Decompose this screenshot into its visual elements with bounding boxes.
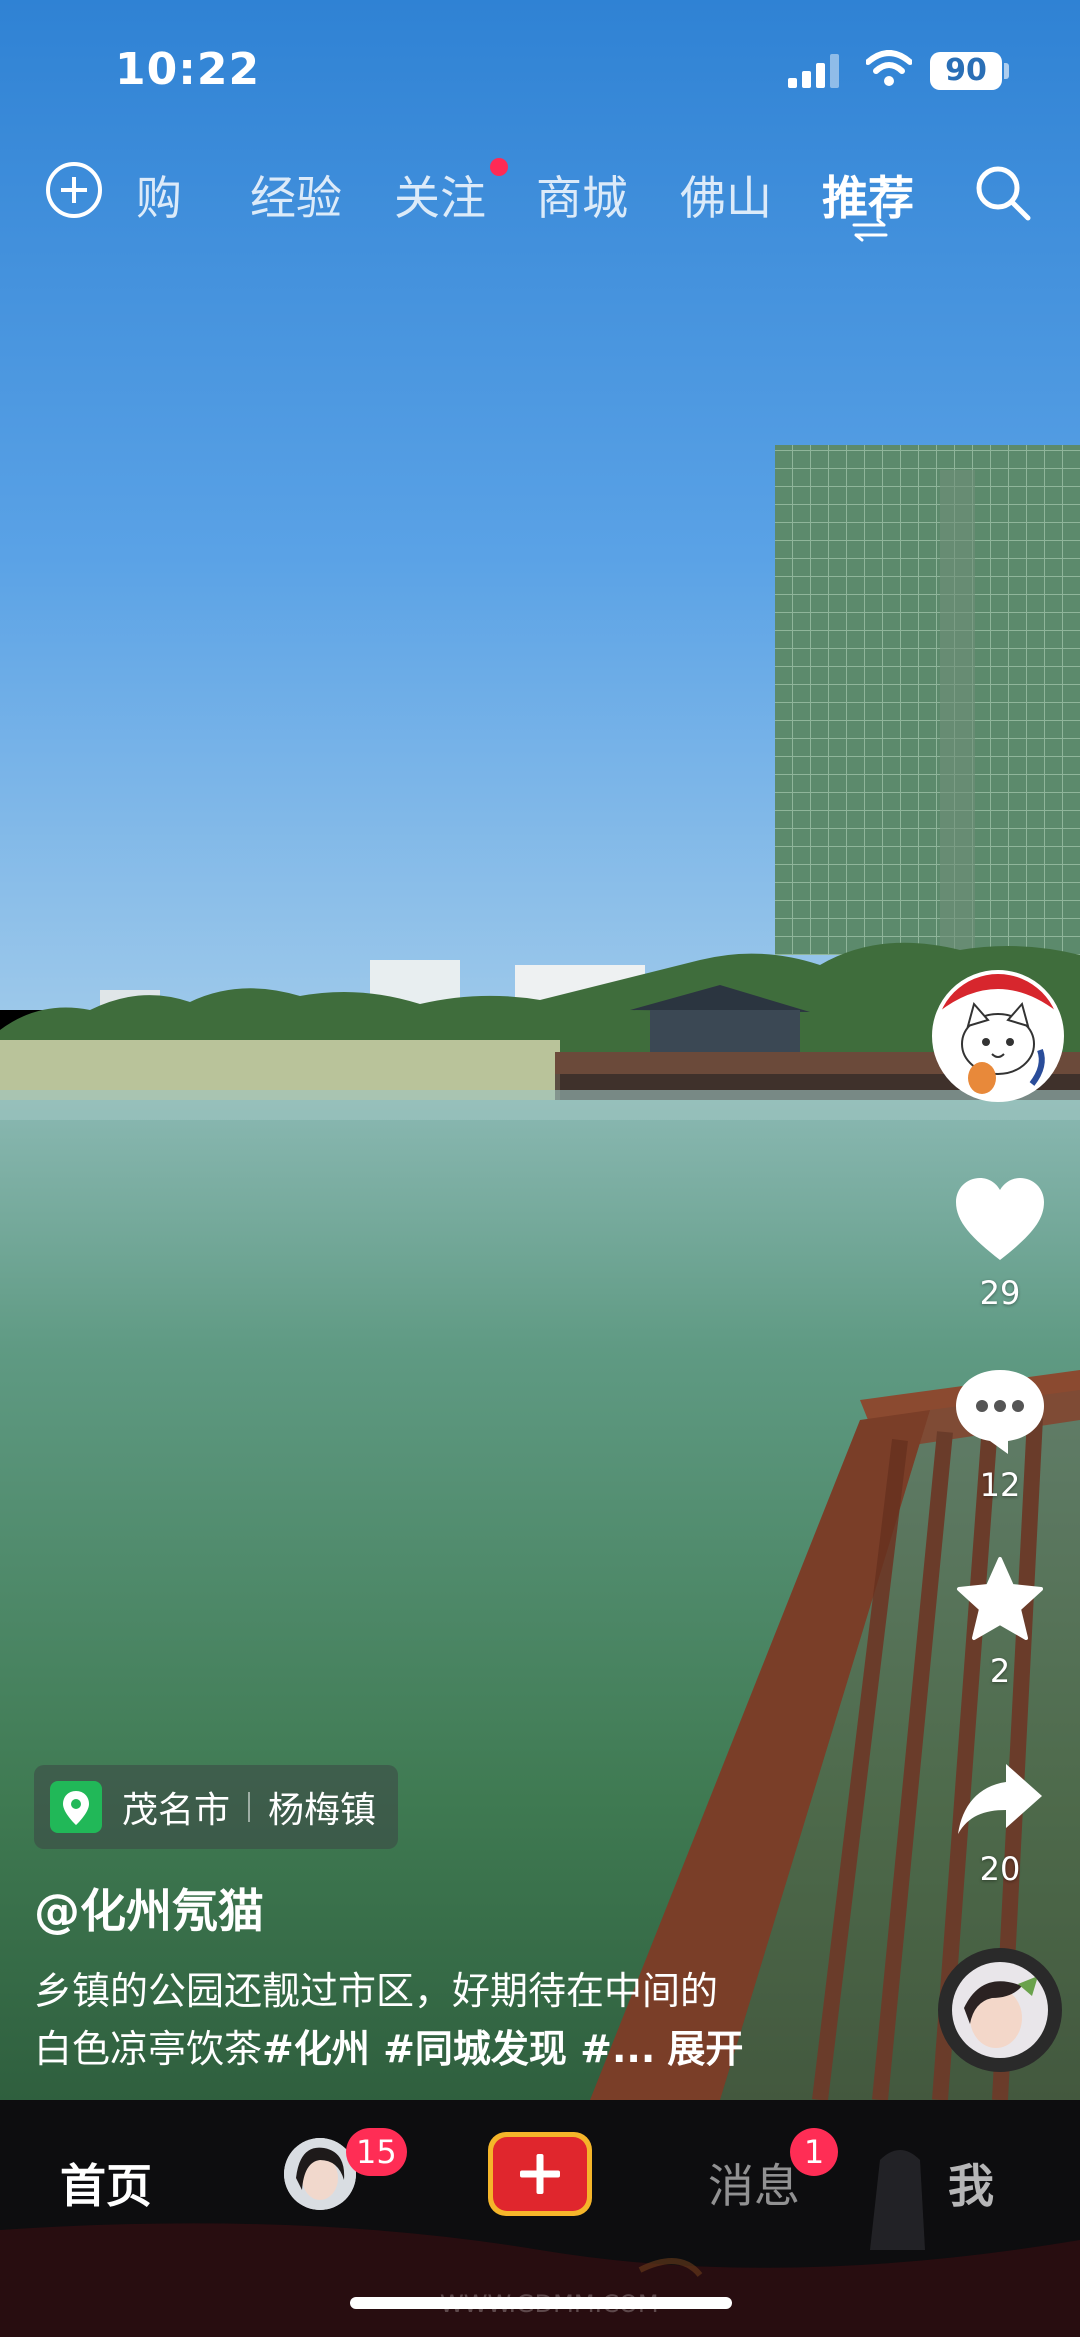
nav-messages[interactable]: 消息 bbox=[708, 2150, 800, 2216]
music-disc[interactable] bbox=[938, 1948, 1062, 2072]
tab-city-foshan[interactable]: 佛山 bbox=[680, 162, 772, 228]
comment-count: 12 bbox=[979, 1466, 1021, 1504]
star-icon bbox=[957, 1557, 1043, 1640]
tab-experience[interactable]: 经验 bbox=[250, 162, 342, 228]
location-divider bbox=[248, 1792, 251, 1822]
add-circle-icon[interactable] bbox=[46, 162, 102, 218]
search-icon[interactable] bbox=[972, 162, 1034, 224]
heart-icon bbox=[956, 1178, 1044, 1260]
location-tag[interactable]: 茂名市 杨梅镇 bbox=[34, 1765, 399, 1849]
cellular-signal-icon bbox=[788, 54, 839, 88]
friends-badge: 15 bbox=[346, 2128, 407, 2176]
top-navigation: 购 经验 关注 商城 佛山 推荐 bbox=[0, 150, 1080, 242]
author-name[interactable]: @化州氖猫 bbox=[34, 1875, 264, 1941]
wifi-icon bbox=[866, 50, 912, 86]
location-town: 杨梅镇 bbox=[268, 1790, 377, 1831]
home-indicator[interactable] bbox=[350, 2297, 732, 2309]
nav-home[interactable]: 首页 bbox=[60, 2150, 152, 2216]
battery-icon bbox=[1004, 63, 1009, 79]
share-button[interactable]: 20 bbox=[940, 1760, 1060, 1888]
tab-shopping[interactable]: 购 bbox=[136, 162, 182, 228]
tab-following[interactable]: 关注 bbox=[394, 162, 486, 228]
location-pin-icon bbox=[50, 1781, 102, 1833]
share-count: 20 bbox=[979, 1850, 1021, 1888]
nav-me[interactable]: 我 bbox=[948, 2150, 994, 2216]
description-line-2: 白色凉亭饮茶#化州 #同城发现 #... 展开 bbox=[34, 2020, 834, 2078]
video-description[interactable]: 乡镇的公园还靓过市区，好期待在中间的 白色凉亭饮茶#化州 #同城发现 #... … bbox=[34, 1962, 834, 2078]
following-new-dot bbox=[490, 158, 508, 176]
tab-mall[interactable]: 商城 bbox=[536, 162, 628, 228]
author-avatar[interactable] bbox=[932, 970, 1064, 1102]
music-cover-icon bbox=[952, 1962, 1048, 2058]
description-hashtags[interactable]: #化州 #同城发现 #... bbox=[262, 2027, 655, 2071]
expand-link[interactable]: 展开 bbox=[667, 2027, 743, 2071]
comment-bubble-icon bbox=[956, 1370, 1044, 1454]
like-count: 29 bbox=[979, 1274, 1021, 1312]
description-text: 白色凉亭饮茶 bbox=[34, 2027, 263, 2071]
switch-arrows-icon[interactable] bbox=[850, 218, 890, 242]
battery-level: 90 bbox=[930, 52, 1002, 90]
favorite-button[interactable]: 2 bbox=[940, 1556, 1060, 1690]
create-post-button[interactable] bbox=[488, 2132, 592, 2216]
comment-button[interactable]: 12 bbox=[940, 1366, 1060, 1504]
messages-badge: 1 bbox=[790, 2128, 838, 2176]
description-line-1: 乡镇的公园还靓过市区，好期待在中间的 bbox=[34, 1969, 719, 2013]
status-time: 10:22 bbox=[115, 44, 261, 95]
lucky-cat-avatar-icon bbox=[936, 974, 1060, 1098]
favorite-count: 2 bbox=[989, 1652, 1011, 1690]
plus-icon bbox=[493, 2137, 587, 2211]
status-bar: 10:22 90 bbox=[0, 0, 1080, 130]
location-city: 茂名市 bbox=[122, 1790, 231, 1831]
like-button[interactable]: 29 bbox=[940, 1176, 1060, 1312]
share-arrow-icon bbox=[958, 1764, 1042, 1834]
